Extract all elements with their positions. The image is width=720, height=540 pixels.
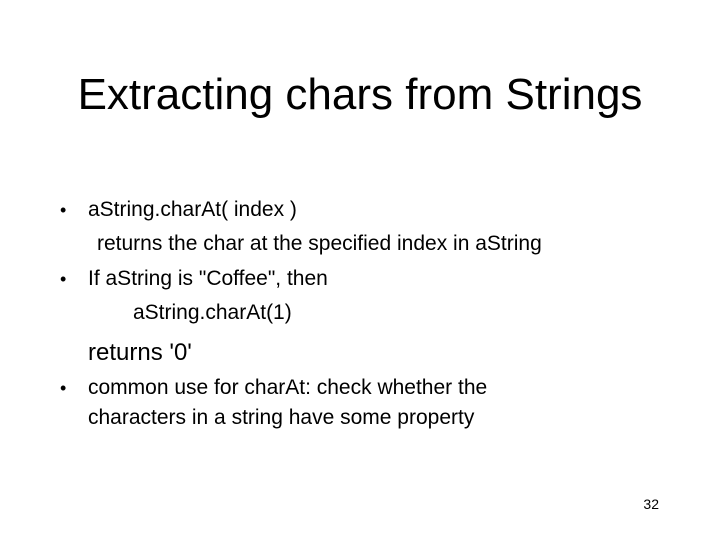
bullet-3-line-2: characters in a string have some propert…	[88, 406, 475, 429]
slide-title: Extracting chars from Strings	[77, 70, 643, 119]
bullet-marker: •	[60, 378, 67, 398]
bullet-marker: •	[60, 200, 67, 220]
slide: Extracting chars from Strings • aString.…	[0, 0, 720, 540]
bullet-marker: •	[60, 269, 67, 289]
bullet-2-line-3: returns '0'	[88, 339, 192, 366]
bullet-3-line-1: common use for charAt: check whether the	[88, 376, 488, 399]
page-number: 32	[643, 496, 659, 512]
bullet-1-line-2: returns the char at the specified index …	[97, 232, 542, 255]
bullet-2-line-1: If aString is "Coffee", then	[88, 267, 328, 290]
bullet-1-line-1: aString.charAt( index )	[88, 198, 297, 221]
bullet-2-line-2: aString.charAt(1)	[133, 301, 292, 324]
